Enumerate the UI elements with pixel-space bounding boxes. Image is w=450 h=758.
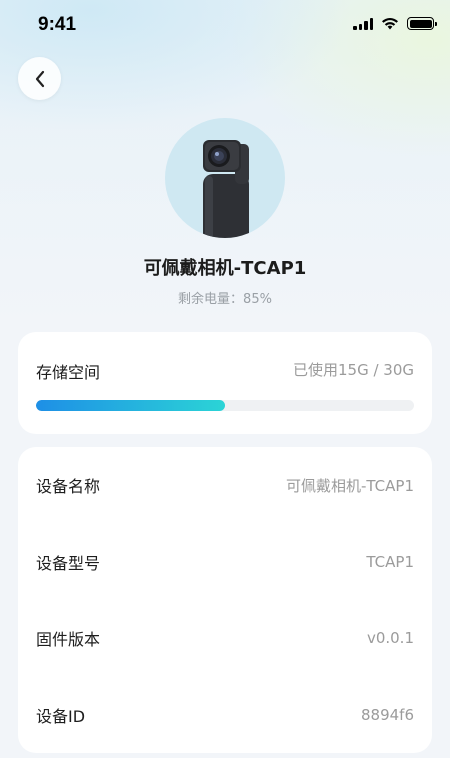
- info-value: 8894f6: [361, 706, 414, 724]
- info-row-device-model: 设备型号 TCAP1: [18, 542, 432, 582]
- battery-icon: [407, 17, 437, 30]
- info-label: 设备ID: [36, 707, 86, 726]
- info-row-device-name: 设备名称 可佩戴相机-TCAP1: [18, 465, 432, 505]
- device-avatar: [165, 118, 285, 238]
- info-value: v0.0.1: [366, 629, 414, 647]
- storage-usage-text: 已使用15G / 30G: [292, 361, 414, 379]
- storage-progress-bar: [36, 400, 414, 411]
- storage-card: [18, 332, 432, 434]
- storage-progress-fill: [36, 400, 225, 411]
- status-icons: [353, 17, 437, 30]
- battery-remaining-text: 剩余电量：85%: [178, 292, 272, 307]
- storage-label: 存储空间: [36, 363, 101, 382]
- status-bar: 9:41: [0, 0, 450, 52]
- info-label: 设备型号: [36, 554, 101, 573]
- status-time: 9:41: [38, 14, 77, 35]
- back-button[interactable]: [18, 57, 61, 100]
- wifi-icon: [382, 18, 398, 30]
- info-label: 固件版本: [36, 630, 101, 649]
- info-row-firmware-version: 固件版本 v0.0.1: [18, 618, 432, 658]
- info-label: 设备名称: [36, 477, 101, 496]
- cellular-signal-icon: [353, 17, 373, 30]
- info-value: 可佩戴相机-TCAP1: [285, 476, 414, 495]
- device-name-title: 可佩戴相机-TCAP1: [143, 258, 307, 279]
- info-value: TCAP1: [366, 553, 414, 571]
- chevron-left-icon: [35, 70, 44, 87]
- wearable-camera-photo: [203, 140, 249, 238]
- info-row-device-id: 设备ID 8894f6: [18, 695, 432, 735]
